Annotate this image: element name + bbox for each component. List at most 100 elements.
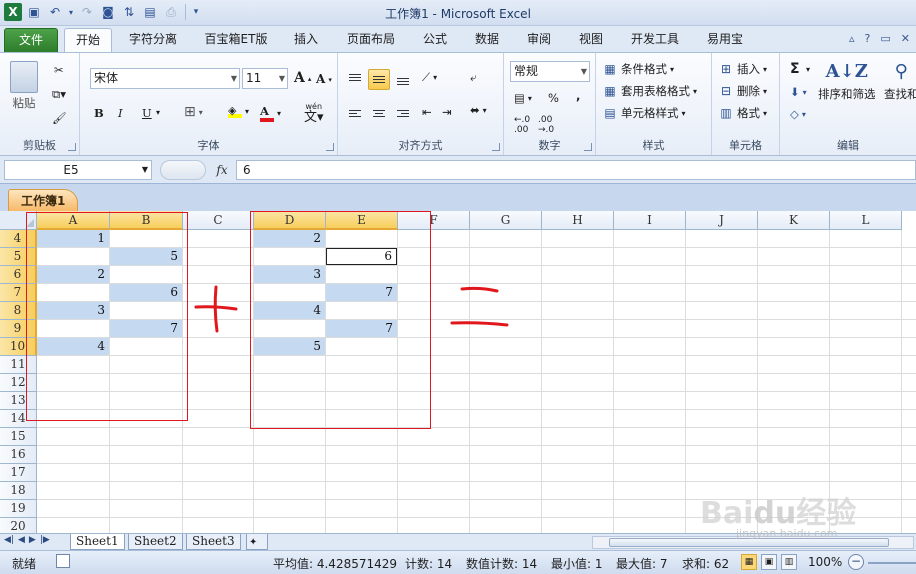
format-as-table-button[interactable]: ▦ 套用表格格式 ▾ <box>602 83 697 99</box>
column-header-j[interactable]: J <box>686 211 758 230</box>
alignment-launcher[interactable] <box>492 143 500 151</box>
font-launcher[interactable] <box>326 143 334 151</box>
new-sheet-button[interactable]: ✦ <box>246 534 268 550</box>
border-icon[interactable]: ⊞ ▾ <box>184 104 203 120</box>
cut-icon[interactable]: ✂ <box>54 63 64 77</box>
decrease-decimal-icon[interactable]: .00 →.0 <box>538 115 554 135</box>
tab-char-split[interactable]: 字符分离 <box>118 28 188 53</box>
row-header-18[interactable]: 18 <box>0 482 37 500</box>
normal-view-icon[interactable]: ▦ <box>741 554 757 570</box>
number-launcher[interactable] <box>584 143 592 151</box>
tab-review[interactable]: 审阅 <box>518 28 560 53</box>
find-select-button[interactable]: ⚲ 查找和 <box>884 61 916 102</box>
window-close-icon[interactable]: ✕ <box>901 32 910 45</box>
tab-insert[interactable]: 插入 <box>284 28 328 53</box>
page-layout-view-icon[interactable]: ▣ <box>761 554 777 570</box>
increase-indent-icon[interactable]: ⇥ <box>442 105 452 119</box>
sort-filter-button[interactable]: A↓Z 排序和筛选 <box>818 61 876 102</box>
align-center-button[interactable] <box>368 103 390 124</box>
sheet-tab-2[interactable]: Sheet2 <box>128 534 183 550</box>
tab-file[interactable]: 文件 <box>4 28 58 53</box>
wrap-text-icon[interactable]: ⤶ <box>470 70 476 85</box>
decrease-indent-icon[interactable]: ⇤ <box>422 105 432 119</box>
percent-button[interactable]: % <box>548 91 559 105</box>
spreadsheet-grid[interactable]: A B C D E F G H I J K L 4 5 6 7 8 9 10 11 12 13 14 15 16 17 18 19 20… <box>0 211 916 533</box>
help-icon[interactable]: ? <box>865 32 871 45</box>
minimize-ribbon-icon[interactable]: ▵ <box>849 32 855 45</box>
tab-easy-tools[interactable]: 易用宝 <box>698 28 752 53</box>
formula-input[interactable]: 6 <box>236 160 916 180</box>
autosum-button[interactable]: Σ <box>790 61 800 77</box>
font-size-combo[interactable]: 11 ▼ <box>242 68 288 89</box>
sheet-tab-1[interactable]: Sheet1 <box>70 534 125 550</box>
window-restore-icon[interactable]: ▭ <box>880 32 890 45</box>
clear-icon[interactable]: ◇ ▾ <box>790 107 806 121</box>
macro-record-icon[interactable] <box>56 554 70 568</box>
tab-toolbox[interactable]: 百宝箱ET版 <box>196 28 276 53</box>
delete-cells-button[interactable]: ⊟ 删除 ▾ <box>718 83 767 99</box>
autosum-dropdown-icon[interactable]: ▾ <box>806 65 810 74</box>
tab-home[interactable]: 开始 <box>64 28 112 53</box>
column-header-c[interactable]: C <box>183 211 254 230</box>
last-sheet-icon[interactable]: |▶ <box>40 535 50 545</box>
row-header-20[interactable]: 20 <box>0 518 37 533</box>
editing-group-label: 编辑 <box>837 139 859 152</box>
font-name-combo[interactable]: 宋体 ▼ <box>90 68 240 89</box>
align-middle-button[interactable] <box>368 69 390 90</box>
tab-formulas[interactable]: 公式 <box>414 28 456 53</box>
orientation-icon[interactable]: ⟋ ▾ <box>422 70 437 85</box>
page-break-view-icon[interactable]: ▥ <box>781 554 797 570</box>
tab-developer[interactable]: 开发工具 <box>622 28 688 53</box>
comma-button[interactable]: , <box>576 89 580 103</box>
underline-dropdown-icon[interactable]: ▾ <box>156 108 160 117</box>
cell-styles-button[interactable]: ▤ 单元格样式 ▾ <box>602 105 685 121</box>
align-top-button[interactable] <box>344 67 366 88</box>
tab-view[interactable]: 视图 <box>570 28 612 53</box>
insert-cells-button[interactable]: ⊞ 插入 ▾ <box>718 61 767 77</box>
align-left-button[interactable] <box>344 103 366 124</box>
tab-data[interactable]: 数据 <box>466 28 508 53</box>
merge-center-icon[interactable]: ⬌ ▾ <box>470 103 487 117</box>
column-header-l[interactable]: L <box>830 211 902 230</box>
conditional-format-button[interactable]: ▦ 条件格式 ▾ <box>602 61 674 77</box>
bold-button[interactable]: B <box>94 106 104 120</box>
zoom-out-icon[interactable]: − <box>848 554 864 570</box>
column-header-h[interactable]: H <box>542 211 614 230</box>
prev-sheet-icon[interactable]: ◀ <box>18 535 25 545</box>
font-color-button[interactable]: A ▾ <box>260 104 281 122</box>
underline-button[interactable]: U <box>142 106 152 120</box>
zoom-slider[interactable] <box>868 562 916 564</box>
workbook-tab[interactable]: 工作簿1 <box>8 189 79 212</box>
row-header-17[interactable]: 17 <box>0 464 37 482</box>
number-format-combo[interactable]: 常规 ▼ <box>510 61 590 82</box>
column-header-k[interactable]: K <box>758 211 830 230</box>
shrink-font-icon[interactable]: A ▾ <box>316 72 332 86</box>
italic-button[interactable]: I <box>118 106 123 120</box>
align-right-button[interactable] <box>392 103 414 124</box>
row-header-19[interactable]: 19 <box>0 500 37 518</box>
next-sheet-icon[interactable]: ▶ <box>29 535 36 545</box>
first-sheet-icon[interactable]: ◀| <box>4 535 14 545</box>
align-bottom-button[interactable] <box>392 71 414 92</box>
currency-icon[interactable]: ▤ ▾ <box>514 91 532 105</box>
zoom-level[interactable]: 100% <box>808 555 842 569</box>
increase-decimal-icon[interactable]: ←.0.00 <box>514 115 530 135</box>
grow-font-icon[interactable]: A ▴ <box>294 70 311 86</box>
paste-button[interactable]: 粘贴 <box>10 61 38 111</box>
format-cells-button[interactable]: ▥ 格式 ▾ <box>718 105 767 121</box>
row-header-16[interactable]: 16 <box>0 446 37 464</box>
name-box[interactable]: E5 ▼ <box>4 160 152 180</box>
clipboard-launcher[interactable] <box>68 143 76 151</box>
phonetic-button[interactable]: wén 文▾ <box>304 103 324 125</box>
fill-color-button[interactable]: ◈ ▾ <box>228 104 249 118</box>
formula-bar-buttons <box>160 160 206 180</box>
format-painter-icon[interactable]: 🖌 <box>52 111 67 125</box>
tab-page-layout[interactable]: 页面布局 <box>338 28 404 53</box>
copy-icon[interactable]: ⧉▾ <box>52 87 66 102</box>
fill-icon[interactable]: ⬇ ▾ <box>790 85 807 99</box>
sheet-tab-3[interactable]: Sheet3 <box>186 534 241 550</box>
row-header-15[interactable]: 15 <box>0 428 37 446</box>
column-header-i[interactable]: I <box>614 211 686 230</box>
column-header-g[interactable]: G <box>470 211 542 230</box>
insert-function-button[interactable]: fx <box>210 160 234 180</box>
